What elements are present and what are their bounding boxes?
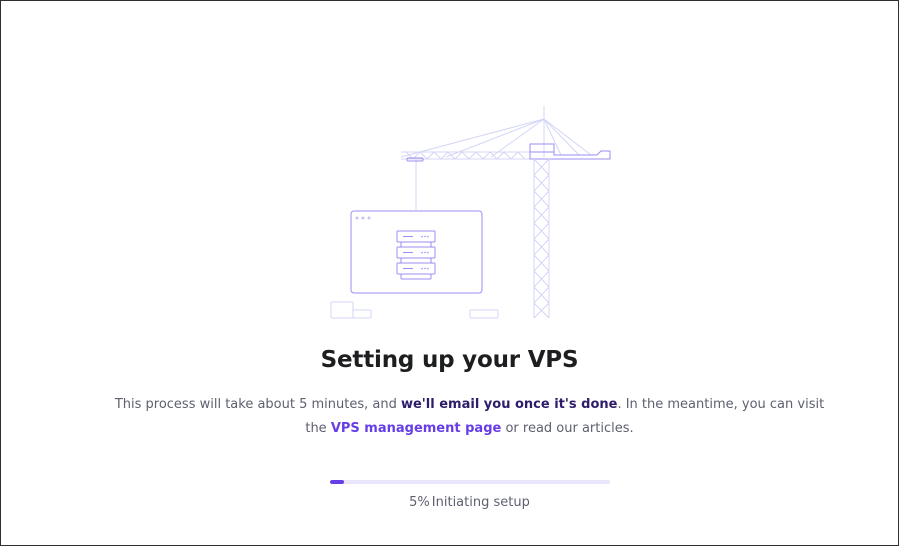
crane-server-illustration bbox=[330, 106, 611, 319]
description-text: or read our articles. bbox=[501, 421, 634, 436]
email-notice: we'll email you once it's done bbox=[400, 397, 618, 412]
progress-status: 5% Initiating setup bbox=[1, 495, 899, 510]
setup-description: This process will take about 5 minutes, … bbox=[111, 393, 828, 441]
progress-bar bbox=[330, 480, 610, 484]
vps-management-link[interactable]: VPS management page bbox=[331, 421, 502, 436]
progress-status-text: Initiating setup bbox=[431, 495, 530, 510]
description-text: This process will take about 5 minutes, … bbox=[114, 397, 401, 412]
page-frame: Setting up your VPS This process will ta… bbox=[0, 0, 899, 546]
progress-bar-fill bbox=[330, 480, 344, 484]
progress-percent: 5% bbox=[409, 495, 430, 510]
page-title: Setting up your VPS bbox=[320, 347, 579, 373]
